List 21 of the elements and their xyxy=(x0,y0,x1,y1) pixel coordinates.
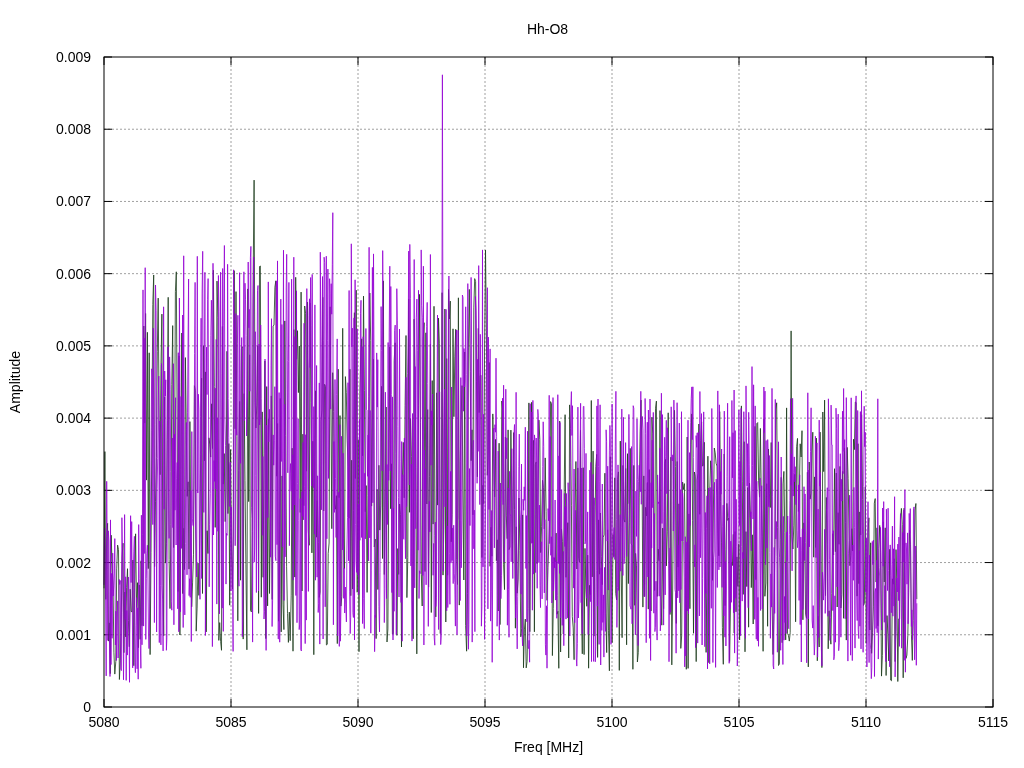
x-axis-label: Freq [MHz] xyxy=(513,739,584,755)
tick-label: 0 xyxy=(83,700,91,714)
tick-label: 5115 xyxy=(977,715,1009,729)
tick-label: 0.001 xyxy=(55,627,91,642)
y-axis-label: Amplitude xyxy=(7,350,23,414)
tick-label: 0.005 xyxy=(55,338,91,353)
tick-label: 5090 xyxy=(342,715,374,729)
tick-label: 0.006 xyxy=(55,266,91,281)
tick-label: 0.004 xyxy=(55,411,91,426)
tick-label: 5110 xyxy=(850,715,882,729)
tick-label: 0.002 xyxy=(55,555,91,570)
tick-label: 5080 xyxy=(88,715,120,729)
tick-label: 0.007 xyxy=(55,194,91,209)
tick-label: 5085 xyxy=(215,715,247,729)
tick-label: 0.008 xyxy=(55,122,91,137)
tick-label: 5105 xyxy=(723,715,755,729)
tick-label: 5095 xyxy=(469,715,501,729)
tick-label: 0.003 xyxy=(55,483,91,498)
chart-title: Hh-O8 xyxy=(526,20,569,37)
tick-label: 0.009 xyxy=(55,50,91,64)
tick-label: 5100 xyxy=(596,715,628,729)
